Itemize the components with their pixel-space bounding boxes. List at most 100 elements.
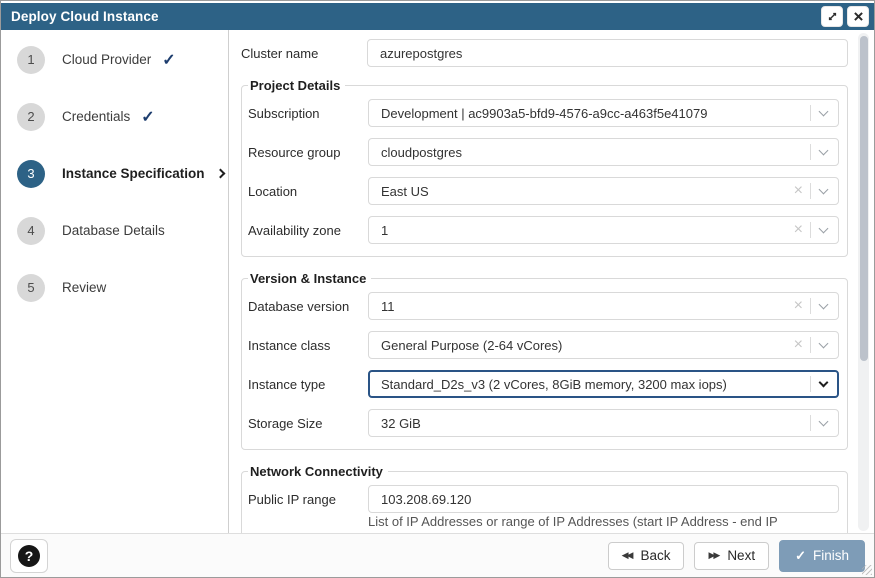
select-separator: [810, 144, 811, 160]
select-separator: [810, 337, 811, 353]
resize-grip[interactable]: [862, 565, 872, 575]
instance-class-label: Instance class: [248, 338, 368, 353]
check-icon: ✓: [162, 50, 175, 70]
subscription-row: Subscription Development | ac9903a5-bfd9…: [248, 99, 839, 127]
subscription-value: Development | ac9903a5-bfd9-4576-a9cc-a4…: [381, 106, 810, 121]
help-icon: ?: [18, 545, 40, 567]
step-label: Cloud Provider: [62, 52, 151, 67]
location-value: East US: [381, 184, 794, 199]
chevron-down-icon[interactable]: [819, 107, 829, 117]
version-and-instance-section: Version & Instance Database version 11 ×…: [241, 271, 848, 450]
finish-button-label: Finish: [813, 548, 849, 563]
chevron-down-icon[interactable]: [819, 224, 829, 234]
help-button[interactable]: ?: [10, 539, 48, 573]
public-ip-range-input[interactable]: [368, 485, 839, 513]
step-credentials[interactable]: 2 Credentials ✓: [1, 88, 228, 145]
storage-size-row: Storage Size 32 GiB: [248, 409, 839, 437]
resource-group-dropdown[interactable]: cloudpostgres: [368, 138, 839, 166]
resource-group-label: Resource group: [248, 145, 368, 160]
chevron-down-icon[interactable]: [819, 378, 829, 388]
instance-type-dropdown[interactable]: Standard_D2s_v3 (2 vCores, 8GiB memory, …: [368, 370, 839, 398]
chevron-down-icon[interactable]: [819, 417, 829, 427]
chevron-right-icon: [215, 169, 225, 179]
public-ip-range-row: Public IP range: [248, 485, 839, 513]
chevron-down-icon[interactable]: [819, 339, 829, 349]
location-row: Location East US ×: [248, 177, 839, 205]
chevron-down-icon[interactable]: [819, 185, 829, 195]
maximize-icon: [827, 11, 838, 22]
step-instance-specification[interactable]: 3 Instance Specification: [1, 145, 228, 202]
finish-button[interactable]: ✓ Finish: [779, 540, 865, 572]
select-separator: [810, 298, 811, 314]
vertical-scrollbar[interactable]: [858, 33, 869, 531]
subscription-dropdown[interactable]: Development | ac9903a5-bfd9-4576-a9cc-a4…: [368, 99, 839, 127]
maximize-button[interactable]: [821, 6, 843, 27]
clear-icon[interactable]: ×: [794, 183, 803, 199]
select-separator: [810, 105, 811, 121]
resource-group-value: cloudpostgres: [381, 145, 810, 160]
availability-zone-label: Availability zone: [248, 223, 368, 238]
step-number-badge: 2: [17, 103, 45, 131]
next-button[interactable]: ▶▶ Next: [694, 542, 769, 570]
back-button[interactable]: ◀◀ Back: [608, 542, 685, 570]
cluster-name-label: Cluster name: [241, 46, 367, 61]
dialog-titlebar[interactable]: Deploy Cloud Instance: [1, 3, 874, 30]
clear-icon[interactable]: ×: [794, 222, 803, 238]
database-version-value: 11: [381, 299, 794, 314]
select-separator: [810, 222, 811, 238]
wizard-steps-sidebar: 1 Cloud Provider ✓ 2 Credentials ✓ 3 Ins…: [1, 30, 229, 533]
clear-icon[interactable]: ×: [794, 337, 803, 353]
step-database-details[interactable]: 4 Database Details: [1, 202, 228, 259]
select-separator: [810, 183, 811, 199]
clear-icon[interactable]: ×: [794, 298, 803, 314]
database-version-label: Database version: [248, 299, 368, 314]
storage-size-label: Storage Size: [248, 416, 368, 431]
step-number-badge: 1: [17, 46, 45, 74]
instance-class-row: Instance class General Purpose (2-64 vCo…: [248, 331, 839, 359]
scrollbar-thumb[interactable]: [860, 36, 868, 361]
network-connectivity-section: Network Connectivity Public IP range Lis…: [241, 464, 848, 533]
back-button-label: Back: [640, 548, 670, 563]
select-separator: [810, 376, 811, 392]
availability-zone-dropdown[interactable]: 1 ×: [368, 216, 839, 244]
database-version-dropdown[interactable]: 11 ×: [368, 292, 839, 320]
project-details-legend: Project Details: [248, 78, 345, 93]
storage-size-dropdown[interactable]: 32 GiB: [368, 409, 839, 437]
step-label: Instance Specification: [62, 166, 205, 181]
subscription-label: Subscription: [248, 106, 368, 121]
dialog-footer: ? ◀◀ Back ▶▶ Next ✓ Finish: [1, 533, 874, 577]
chevron-down-icon[interactable]: [819, 300, 829, 310]
availability-zone-row: Availability zone 1 ×: [248, 216, 839, 244]
footer-actions: ◀◀ Back ▶▶ Next ✓ Finish: [608, 540, 865, 572]
cluster-name-row: Cluster name: [241, 39, 848, 67]
version-and-instance-legend: Version & Instance: [248, 271, 371, 286]
check-icon: ✓: [795, 548, 806, 564]
storage-size-value: 32 GiB: [381, 416, 810, 431]
location-dropdown[interactable]: East US ×: [368, 177, 839, 205]
cluster-name-input[interactable]: [367, 39, 848, 67]
chevron-down-icon[interactable]: [819, 146, 829, 156]
step-number-badge: 5: [17, 274, 45, 302]
instance-class-dropdown[interactable]: General Purpose (2-64 vCores) ×: [368, 331, 839, 359]
instance-specification-form: Cluster name Project Details Subscriptio…: [229, 30, 874, 533]
network-connectivity-legend: Network Connectivity: [248, 464, 388, 479]
step-number-badge: 3: [17, 160, 45, 188]
project-details-section: Project Details Subscription Development…: [241, 78, 848, 257]
availability-zone-value: 1: [381, 223, 794, 238]
resource-group-row: Resource group cloudpostgres: [248, 138, 839, 166]
check-icon: ✓: [141, 107, 154, 127]
select-separator: [810, 415, 811, 431]
close-icon: [854, 12, 863, 21]
instance-type-label: Instance type: [248, 377, 368, 392]
instance-type-row: Instance type Standard_D2s_v3 (2 vCores,…: [248, 370, 839, 398]
next-button-label: Next: [727, 548, 755, 563]
public-ip-range-help-text: List of IP Addresses or range of IP Addr…: [368, 514, 839, 529]
close-button[interactable]: [847, 6, 869, 27]
step-label: Credentials: [62, 109, 130, 124]
step-cloud-provider[interactable]: 1 Cloud Provider ✓: [1, 31, 228, 88]
step-number-badge: 4: [17, 217, 45, 245]
instance-type-value: Standard_D2s_v3 (2 vCores, 8GiB memory, …: [381, 377, 810, 392]
public-ip-range-label: Public IP range: [248, 492, 368, 507]
location-label: Location: [248, 184, 368, 199]
step-review[interactable]: 5 Review: [1, 259, 228, 316]
